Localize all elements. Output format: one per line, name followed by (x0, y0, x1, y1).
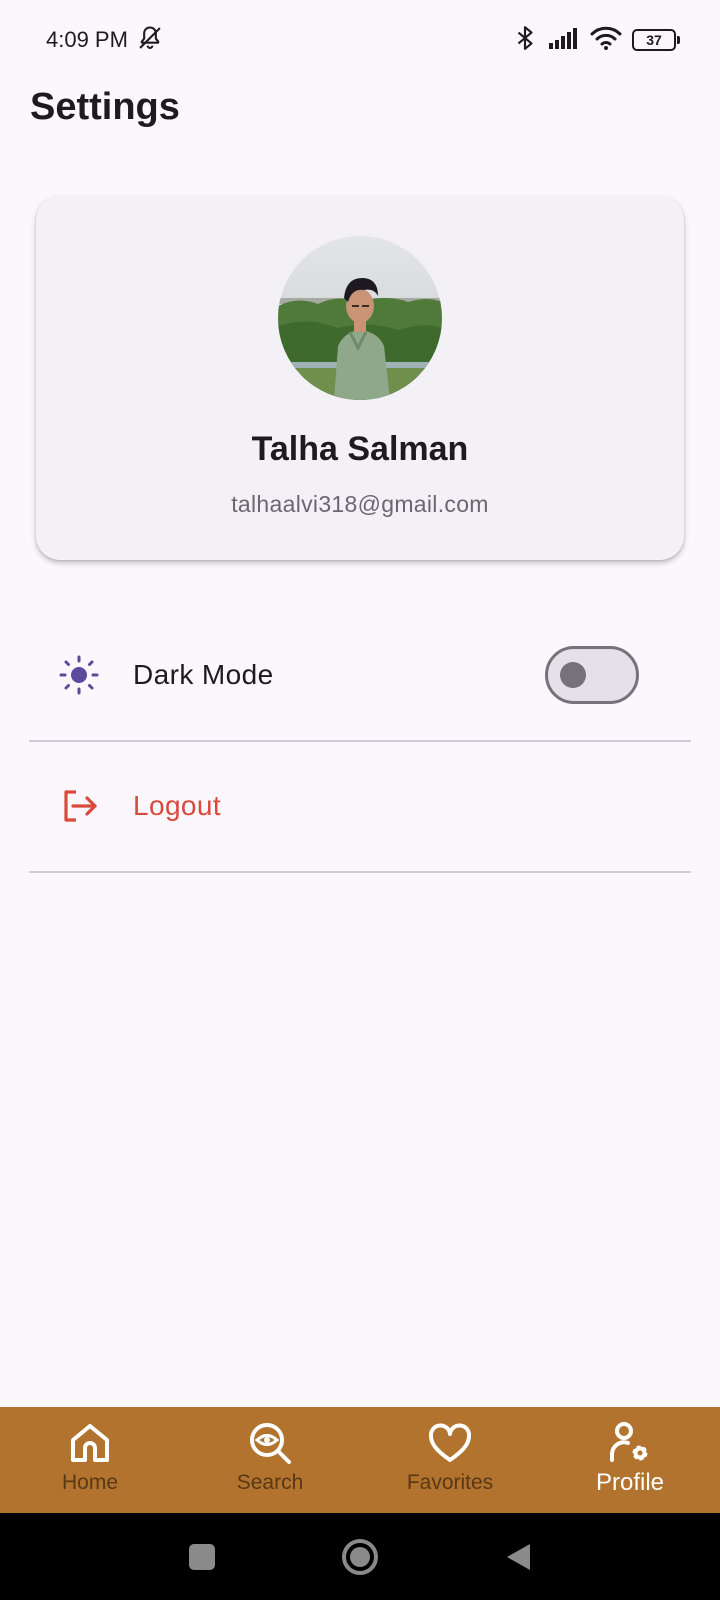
notifications-off-icon (136, 24, 164, 57)
nav-item-home[interactable]: Home (0, 1407, 180, 1513)
nav-item-profile[interactable]: Profile (540, 1407, 720, 1513)
nav-label: Home (61, 1471, 119, 1494)
status-left: 4:09 PM (46, 24, 164, 57)
avatar[interactable] (278, 236, 442, 400)
home-icon (66, 1419, 114, 1467)
profile-settings-icon (606, 1419, 654, 1467)
logout-label: Logout (133, 790, 222, 821)
toggle-knob (560, 662, 586, 688)
nav-label: Profile (595, 1469, 665, 1496)
logout-row[interactable]: Logout (29, 741, 691, 871)
dark-mode-row[interactable]: Dark Mode (29, 610, 691, 740)
page-title: Settings (30, 86, 180, 128)
divider (29, 871, 691, 873)
system-home-button[interactable] (340, 1513, 380, 1600)
battery-icon: 37 (632, 29, 680, 51)
profile-email: talhaalvi318@gmail.com (231, 491, 489, 517)
status-bar: 4:09 PM 37 (0, 0, 720, 80)
status-time: 4:09 PM (46, 27, 128, 52)
sun-icon (57, 653, 101, 697)
nav-label: Search (236, 1471, 304, 1494)
system-back-button[interactable] (500, 1513, 536, 1600)
system-nav-bar (0, 1513, 720, 1600)
recent-apps-button[interactable] (184, 1513, 220, 1600)
dark-mode-toggle[interactable] (545, 646, 639, 704)
dark-mode-label: Dark Mode (133, 659, 274, 690)
nav-item-search[interactable]: Search (180, 1407, 360, 1513)
nav-item-favorites[interactable]: Favorites (360, 1407, 540, 1513)
nav-label: Favorites (406, 1471, 494, 1494)
wifi-icon (590, 25, 622, 56)
settings-screen: 4:09 PM 37 Settings Talha Salman talhaal… (0, 0, 720, 1600)
bottom-nav: Home Search Favorites Profile (0, 1407, 720, 1513)
profile-card: Talha Salman talhaalvi318@gmail.com (36, 196, 684, 560)
heart-icon (426, 1419, 474, 1467)
signal-icon (548, 26, 580, 55)
profile-name: Talha Salman (251, 430, 469, 468)
search-eye-icon (246, 1419, 294, 1467)
status-right: 37 (512, 24, 680, 57)
logout-icon (57, 784, 101, 828)
bluetooth-icon (512, 24, 538, 57)
